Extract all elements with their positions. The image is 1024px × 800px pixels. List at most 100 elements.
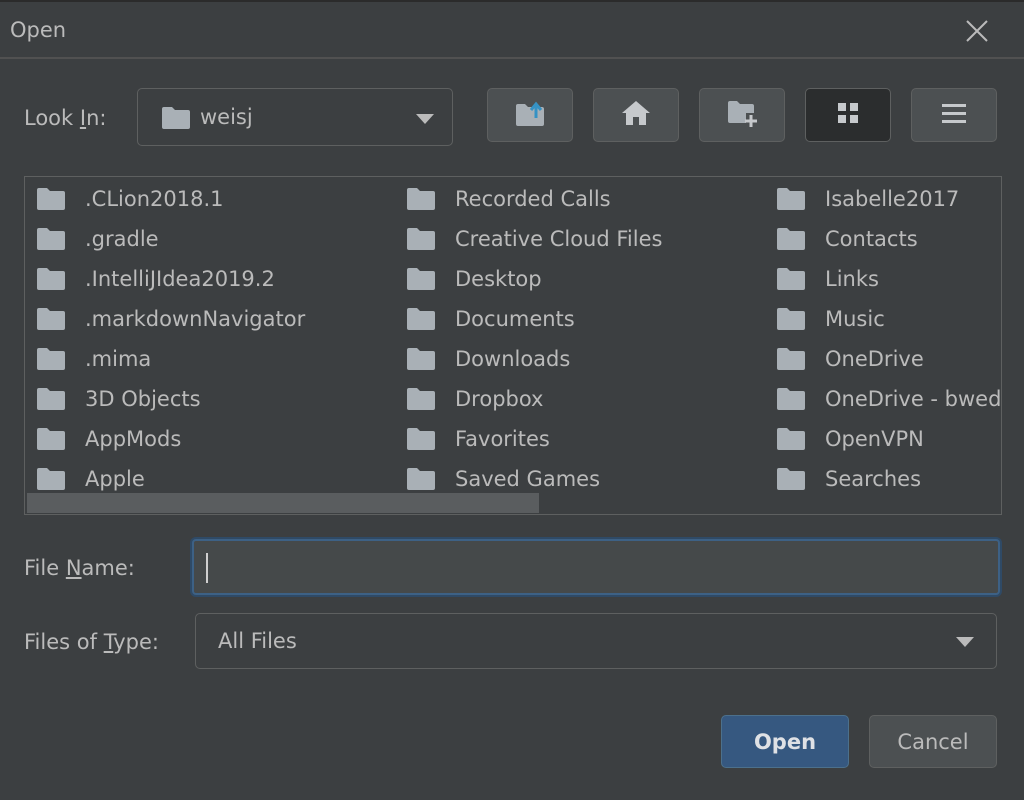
folder-icon — [37, 388, 75, 410]
scrollbar-thumb[interactable] — [27, 493, 539, 513]
folder-icon — [777, 268, 815, 290]
file-name-field[interactable] — [192, 539, 1000, 595]
file-list-item[interactable]: OneDrive — [777, 339, 1001, 379]
file-name: Desktop — [455, 267, 542, 291]
file-list-item[interactable]: Contacts — [777, 219, 1001, 259]
file-list-item[interactable]: Desktop — [407, 259, 767, 299]
cancel-button[interactable]: Cancel — [869, 715, 997, 768]
folder-icon — [777, 348, 815, 370]
folder-icon — [777, 468, 815, 490]
list-view-icon — [836, 101, 860, 129]
folder-icon — [407, 188, 445, 210]
file-name: Apple — [85, 467, 145, 491]
file-name: Searches — [825, 467, 922, 491]
file-list-item[interactable]: .mima — [37, 339, 397, 379]
file-name: .IntelliJIdea2019.2 — [85, 267, 275, 291]
folder-icon — [37, 268, 75, 290]
file-list-item[interactable]: Dropbox — [407, 379, 767, 419]
file-name: .markdownNavigator — [85, 307, 306, 331]
look-in-label: Look In: — [24, 106, 107, 130]
file-list-item[interactable]: Recorded Calls — [407, 179, 767, 219]
details-view-icon — [941, 102, 967, 128]
folder-icon — [37, 348, 75, 370]
file-list-item[interactable]: Music — [777, 299, 1001, 339]
folder-icon — [407, 428, 445, 450]
new-folder-button[interactable] — [699, 88, 785, 142]
file-name: Isabelle2017 — [825, 187, 960, 211]
list-view-button[interactable] — [805, 88, 891, 142]
close-icon[interactable] — [960, 14, 994, 48]
dialog-title: Open — [10, 18, 67, 42]
details-view-button[interactable] — [911, 88, 997, 142]
file-name-label: File Name: — [24, 556, 135, 580]
title-bar: Open — [0, 2, 1024, 58]
open-button[interactable]: Open — [721, 715, 849, 768]
file-name-input[interactable] — [204, 549, 988, 587]
file-name: Recorded Calls — [455, 187, 611, 211]
folder-icon — [162, 107, 190, 133]
folder-icon — [777, 388, 815, 410]
file-list-item[interactable]: OneDrive - bwedu — [777, 379, 1002, 419]
home-icon — [621, 100, 651, 130]
file-name: .mima — [85, 347, 152, 371]
look-in-combo[interactable]: weisj — [137, 88, 453, 146]
files-of-type-combo[interactable]: All Files — [195, 613, 997, 669]
title-separator — [0, 57, 1024, 59]
folder-icon — [407, 468, 445, 490]
file-name: Links — [825, 267, 879, 291]
folder-icon — [777, 228, 815, 250]
folder-icon — [407, 228, 445, 250]
file-name: OpenVPN — [825, 427, 924, 451]
file-name: AppMods — [85, 427, 182, 451]
folder-icon — [37, 428, 75, 450]
file-name: 3D Objects — [85, 387, 201, 411]
file-list-item[interactable]: Documents — [407, 299, 767, 339]
file-list[interactable]: .CLion2018.1 .gradle .IntelliJIdea2019.2 .m… — [24, 176, 1002, 515]
file-name: Contacts — [825, 227, 918, 251]
folder-icon — [37, 308, 75, 330]
chevron-down-icon — [956, 637, 974, 647]
home-button[interactable] — [593, 88, 679, 142]
file-list-item[interactable]: Favorites — [407, 419, 767, 459]
file-name: OneDrive - bwedu — [825, 387, 1002, 411]
file-list-item[interactable]: Links — [777, 259, 1001, 299]
up-one-level-button[interactable] — [487, 88, 573, 142]
text-caret — [206, 553, 208, 583]
file-list-item[interactable]: .gradle — [37, 219, 397, 259]
file-name: OneDrive — [825, 347, 924, 371]
file-name: .CLion2018.1 — [85, 187, 224, 211]
folder-icon — [37, 468, 75, 490]
folder-icon — [777, 308, 815, 330]
file-list-item[interactable]: .CLion2018.1 — [37, 179, 397, 219]
new-folder-icon — [726, 99, 758, 131]
chevron-down-icon — [416, 114, 434, 124]
file-list-item[interactable]: AppMods — [37, 419, 397, 459]
file-name: Downloads — [455, 347, 571, 371]
file-list-item[interactable]: .IntelliJIdea2019.2 — [37, 259, 397, 299]
folder-icon — [407, 268, 445, 290]
folder-icon — [37, 188, 75, 210]
folder-icon — [37, 228, 75, 250]
files-of-type-value: All Files — [218, 629, 297, 653]
file-name: Favorites — [455, 427, 550, 451]
file-list-item[interactable]: .markdownNavigator — [37, 299, 397, 339]
files-of-type-label: Files of Type: — [24, 630, 160, 654]
file-name: Documents — [455, 307, 575, 331]
up-one-level-icon — [514, 98, 546, 132]
file-list-item[interactable]: Isabelle2017 — [777, 179, 1001, 219]
horizontal-scrollbar[interactable] — [25, 493, 1001, 513]
file-list-item[interactable]: 3D Objects — [37, 379, 397, 419]
file-list-item[interactable]: OpenVPN — [777, 419, 1001, 459]
folder-icon — [407, 308, 445, 330]
folder-icon — [407, 348, 445, 370]
folder-icon — [777, 188, 815, 210]
file-name: Creative Cloud Files — [455, 227, 663, 251]
file-list-item[interactable]: Downloads — [407, 339, 767, 379]
folder-icon — [777, 428, 815, 450]
folder-icon — [407, 388, 445, 410]
file-list-item[interactable]: Creative Cloud Files — [407, 219, 767, 259]
file-name: Saved Games — [455, 467, 601, 491]
file-name: .gradle — [85, 227, 159, 251]
file-name: Music — [825, 307, 885, 331]
file-name: Dropbox — [455, 387, 544, 411]
